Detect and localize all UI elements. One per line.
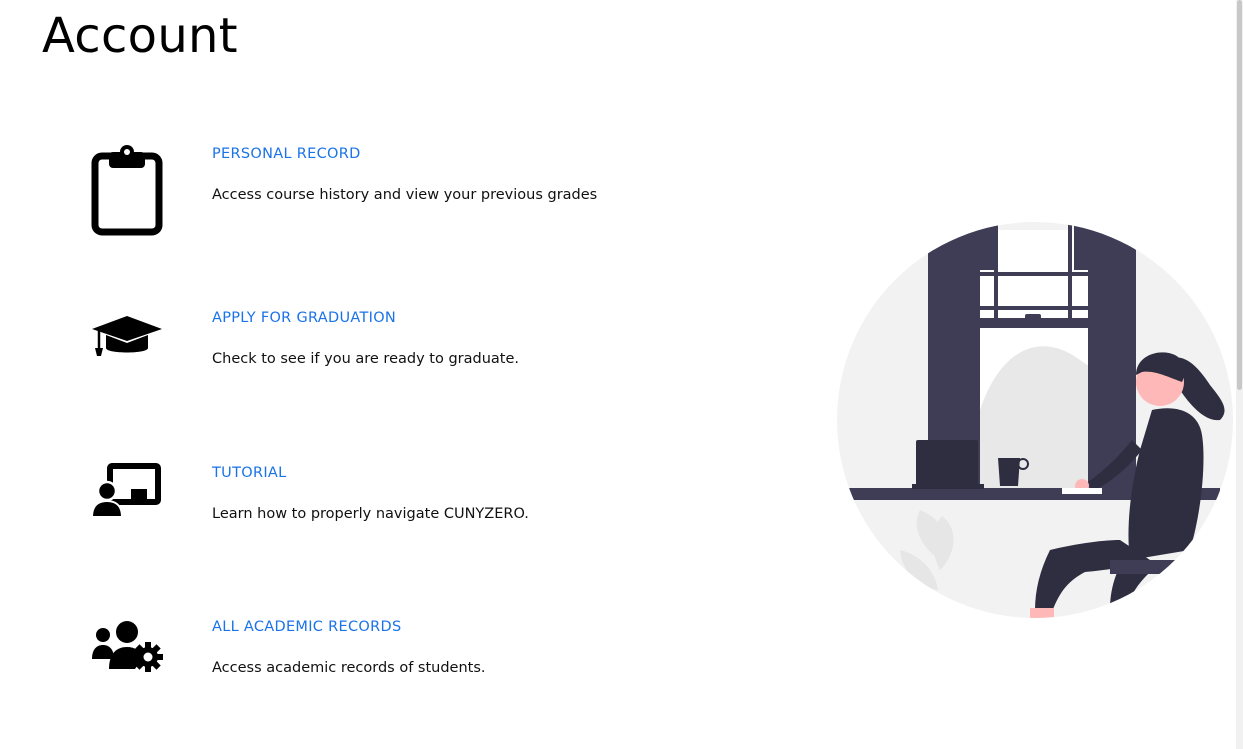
- users-cog-icon: [90, 619, 164, 673]
- tutorial-description: Learn how to properly navigate CUNYZERO.: [212, 506, 529, 522]
- woman-at-window-illustration: [830, 210, 1240, 630]
- account-page: Account PERSONAL RECORD Access course hi…: [0, 0, 1243, 749]
- personal-record-description: Access course history and view your prev…: [212, 187, 598, 203]
- graduation-cap-icon: [90, 314, 164, 358]
- apply-graduation-description: Check to see if you are ready to graduat…: [212, 351, 519, 367]
- clipboard-icon: [90, 144, 164, 236]
- page-scrollbar[interactable]: [1236, 0, 1243, 749]
- all-academic-records-link[interactable]: ALL ACADEMIC RECORDS: [212, 619, 401, 635]
- personal-record-link[interactable]: PERSONAL RECORD: [212, 146, 361, 162]
- menu-item-personal-record: PERSONAL RECORD Access course history an…: [90, 144, 690, 256]
- scrollbar-thumb[interactable]: [1237, 0, 1242, 390]
- tutorial-link[interactable]: TUTORIAL: [212, 465, 287, 481]
- menu-item-all-academic-records: ALL ACADEMIC RECORDS Access academic rec…: [90, 619, 690, 729]
- all-academic-records-description: Access academic records of students.: [212, 660, 486, 676]
- chalkboard-teacher-icon: [90, 461, 164, 519]
- apply-graduation-link[interactable]: APPLY FOR GRADUATION: [212, 310, 396, 326]
- page-title: Account: [42, 8, 238, 64]
- menu-item-tutorial: TUTORIAL Learn how to properly navigate …: [90, 463, 690, 575]
- menu-item-apply-graduation: APPLY FOR GRADUATION Check to see if you…: [90, 310, 690, 420]
